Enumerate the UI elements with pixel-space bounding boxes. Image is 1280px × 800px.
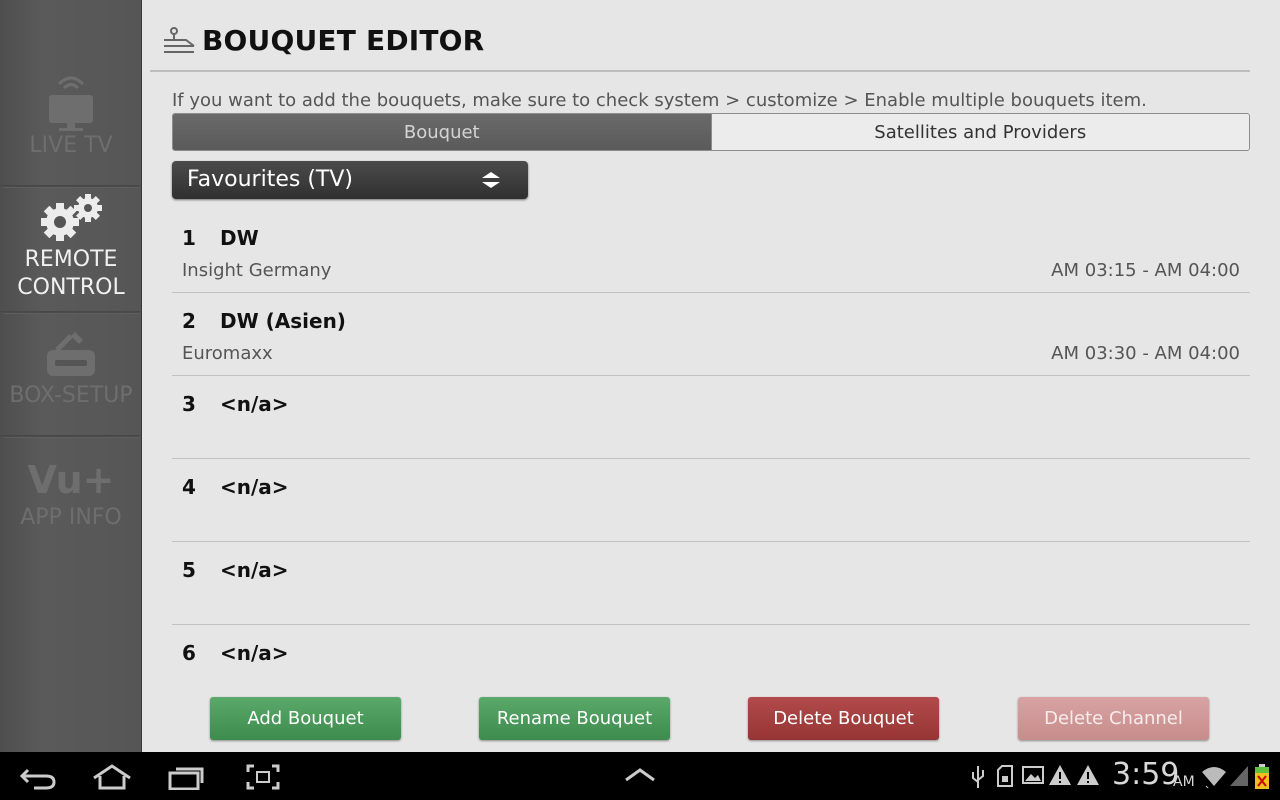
page-title: BOUQUET EDITOR [202,24,485,57]
tv-icon [49,76,93,131]
warning-icon [1049,765,1071,785]
router-icon [47,332,95,376]
sidebar-item-box-setup[interactable]: BOX-SETUP [0,326,142,436]
delete-bouquet-button[interactable]: Delete Bouquet [748,697,939,740]
delete-channel-button[interactable]: Delete Channel [1018,697,1209,740]
gallery-icon [1022,766,1044,784]
divider [150,70,1250,72]
channel-name: DW (Asien) [220,309,346,333]
divider [4,186,138,188]
channel-row[interactable]: 2 DW (Asien) Euromaxx AM 03:30 - AM 04:0… [172,293,1250,376]
battery-icon [1255,764,1269,789]
system-navigation-bar [0,752,1280,800]
up-down-arrow-icon [482,172,500,188]
program-title: Euromaxx [182,343,273,364]
channel-number: 6 [182,641,196,665]
recent-apps-icon[interactable] [168,764,206,790]
status-clock: 3:59 [1112,757,1180,792]
bouquet-editor-icon [164,27,195,53]
sidebar-item-live-tv[interactable]: LIVE TV [0,70,142,186]
bouquet-select[interactable]: Favourites (TV) [172,161,528,199]
tab-bouquet[interactable]: Bouquet [173,114,711,150]
channel-row[interactable]: 6 <n/a> [172,625,1250,670]
divider [4,436,138,438]
gears-icon [41,194,102,241]
channel-number: 4 [182,475,196,499]
back-icon[interactable] [20,764,56,790]
sidebar-item-label-line1: REMOTE [24,247,118,272]
add-bouquet-button[interactable]: Add Bouquet [210,697,401,740]
channel-number: 1 [182,226,196,250]
status-ampm: AM [1173,774,1195,790]
channel-row[interactable]: 4 <n/a> [172,459,1250,542]
channel-number: 5 [182,558,196,582]
home-icon[interactable] [92,764,132,790]
channel-number: 3 [182,392,196,416]
channel-name: <n/a> [220,475,289,499]
sidebar-item-label: APP INFO [20,505,122,530]
channel-list[interactable]: 1 DW Insight Germany AM 03:15 - AM 04:00… [172,210,1250,670]
channel-name: <n/a> [220,641,289,665]
program-title: Insight Germany [182,260,332,281]
info-text: If you want to add the bouquets, make su… [172,90,1147,111]
sidebar-item-remote-control[interactable]: REMOTE CONTROL [0,190,142,312]
program-time: AM 03:30 - AM 04:00 [1051,343,1240,364]
sidebar-item-app-info[interactable]: Vu+ APP INFO [0,456,142,556]
screenshot-icon[interactable] [246,764,280,790]
vu-plus-logo: Vu+ [27,458,115,502]
channel-row[interactable]: 1 DW Insight Germany AM 03:15 - AM 04:00 [172,210,1250,293]
sidebar-item-label-line2: CONTROL [17,275,125,300]
up-arrow-icon[interactable] [624,768,656,784]
tab-bar: Bouquet Satellites and Providers [172,113,1250,151]
channel-name: <n/a> [220,392,289,416]
channel-row[interactable]: 3 <n/a> [172,376,1250,459]
bouquet-select-value: Favourites (TV) [187,167,353,192]
main-panel: BOUQUET EDITOR If you want to add the bo… [142,0,1280,752]
sd-card-icon [997,765,1013,787]
divider [4,312,138,314]
warning-icon [1077,765,1099,785]
channel-name: DW [220,226,259,250]
sidebar-item-label: LIVE TV [29,133,113,158]
sidebar-item-label: BOX-SETUP [9,383,133,408]
wifi-icon [1202,767,1226,788]
channel-name: <n/a> [220,558,289,582]
signal-icon [1230,766,1248,786]
rename-bouquet-button[interactable]: Rename Bouquet [479,697,670,740]
program-time: AM 03:15 - AM 04:00 [1051,260,1240,281]
usb-icon [972,766,984,788]
channel-number: 2 [182,309,196,333]
sidebar: LIVE TV REMOTE CONTROL BOX-SETUP Vu+ APP… [0,0,142,752]
tab-satellites-providers[interactable]: Satellites and Providers [710,114,1249,150]
channel-row[interactable]: 5 <n/a> [172,542,1250,625]
